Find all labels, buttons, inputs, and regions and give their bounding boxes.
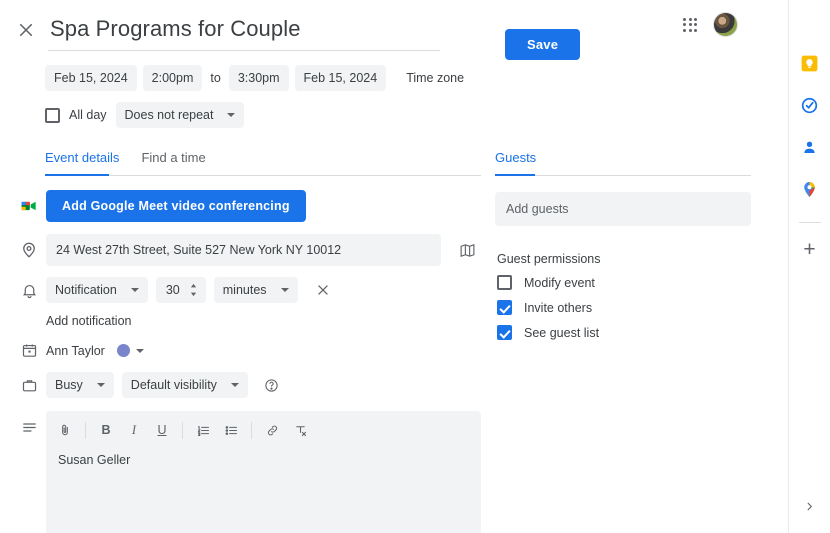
tab-event-details[interactable]: Event details: [45, 150, 119, 176]
description-text[interactable]: Susan Geller: [46, 449, 481, 533]
underline-icon[interactable]: U: [149, 417, 175, 443]
notification-number-stepper[interactable]: 30: [155, 277, 206, 303]
sidebar-divider: [798, 222, 821, 223]
notification-type-dropdown[interactable]: Notification: [46, 277, 148, 303]
stepper-arrows-icon: [190, 283, 196, 297]
guest-permission-modify-event[interactable]: Modify event: [495, 275, 751, 290]
busy-value: Busy: [55, 378, 83, 392]
end-date-chip[interactable]: Feb 15, 2024: [294, 65, 387, 91]
toolbar-divider: [85, 421, 86, 439]
guests-column: Guest permissions Modify event Invite ot…: [495, 176, 751, 533]
side-apps-panel: +: [788, 0, 830, 533]
chevron-down-icon: [96, 383, 105, 387]
all-day-label: All day: [69, 108, 107, 122]
event-title-input[interactable]: [48, 14, 440, 51]
google-keep-icon[interactable]: [799, 52, 821, 74]
briefcase-icon: [12, 377, 46, 394]
right-tabs: Guests: [495, 150, 751, 176]
modify-event-checkbox[interactable]: [497, 275, 512, 290]
google-meet-icon: [12, 196, 46, 216]
meet-row: Add Google Meet video conferencing: [0, 176, 481, 222]
add-app-button[interactable]: +: [803, 239, 815, 260]
google-tasks-icon[interactable]: [799, 94, 821, 116]
main-panel: Save Feb 15, 2024 2:00pm to 3:30pm Feb 1…: [0, 0, 788, 533]
repeat-dropdown[interactable]: Does not repeat: [115, 102, 245, 128]
notification-unit-dropdown[interactable]: minutes: [213, 277, 298, 303]
toolbar-divider: [182, 421, 183, 439]
remove-notification-button[interactable]: [310, 277, 336, 303]
bell-icon: [12, 282, 46, 299]
chevron-down-icon: [227, 113, 236, 117]
toolbar-divider: [251, 421, 252, 439]
clear-formatting-icon[interactable]: [287, 417, 313, 443]
numbered-list-icon[interactable]: [190, 417, 216, 443]
tab-guests[interactable]: Guests: [495, 150, 536, 176]
description-row: B I U Susan Geller: [0, 398, 481, 533]
chevron-down-icon: [230, 383, 239, 387]
location-row: [0, 222, 481, 266]
description-lines-icon: [12, 411, 46, 436]
google-maps-icon[interactable]: [799, 178, 821, 200]
title-container: Save: [48, 14, 788, 60]
save-button[interactable]: Save: [505, 29, 581, 60]
description-editor: B I U Susan Geller: [46, 411, 481, 533]
close-icon[interactable]: [12, 16, 40, 44]
notification-unit-value: minutes: [222, 283, 267, 297]
invite-others-checkbox[interactable]: [497, 300, 512, 315]
event-color-dot[interactable]: [116, 344, 130, 357]
add-notification-button[interactable]: Add notification: [0, 303, 131, 328]
bulleted-list-icon[interactable]: [218, 417, 244, 443]
event-editor-window: Save Feb 15, 2024 2:00pm to 3:30pm Feb 1…: [0, 0, 830, 533]
visibility-dropdown[interactable]: Default visibility: [121, 372, 248, 398]
notification-row: Notification 30 minutes: [0, 266, 481, 303]
chevron-down-icon: [130, 288, 139, 292]
chevron-right-icon[interactable]: [804, 501, 815, 515]
link-icon[interactable]: [259, 417, 285, 443]
busy-dropdown[interactable]: Busy: [46, 372, 114, 398]
notification-type-value: Notification: [55, 283, 117, 297]
location-pin-icon: [12, 241, 46, 259]
see-guest-list-label: See guest list: [524, 325, 600, 340]
help-circle-icon[interactable]: [260, 373, 284, 397]
notification-number-value: 30: [165, 283, 180, 297]
map-icon[interactable]: [453, 242, 481, 259]
repeat-value: Does not repeat: [124, 108, 214, 122]
end-time-chip[interactable]: 3:30pm: [228, 65, 289, 91]
start-time-chip[interactable]: 2:00pm: [142, 65, 203, 91]
modify-event-label: Modify event: [524, 275, 595, 290]
tabs-row: Event details Find a time Guests: [0, 128, 788, 176]
italic-icon[interactable]: I: [121, 417, 147, 443]
availability-row: Busy Default visibility: [0, 359, 481, 398]
calendar-owner-row: Ann Taylor: [0, 330, 481, 359]
to-label: to: [210, 71, 221, 85]
see-guest-list-checkbox[interactable]: [497, 325, 512, 340]
all-day-checkbox[interactable]: [45, 107, 60, 123]
tab-find-a-time[interactable]: Find a time: [141, 150, 205, 176]
editor-header: Save: [0, 0, 788, 60]
attachment-icon[interactable]: [52, 417, 78, 443]
bold-icon[interactable]: B: [93, 417, 119, 443]
guest-permission-see-guest-list[interactable]: See guest list: [495, 325, 751, 340]
guest-permissions-title: Guest permissions: [497, 252, 601, 266]
invite-others-label: Invite others: [524, 300, 593, 315]
timezone-button[interactable]: Time zone: [398, 65, 472, 91]
allday-row: All day Does not repeat: [0, 91, 788, 128]
event-details-column: Add Google Meet video conferencing 24 We…: [0, 176, 481, 533]
chevron-down-icon: [280, 288, 289, 292]
description-toolbar: B I U: [46, 411, 481, 449]
add-guests-input[interactable]: [495, 192, 751, 226]
guest-permission-invite-others[interactable]: Invite others: [495, 300, 751, 315]
location-input[interactable]: [46, 234, 441, 266]
start-date-chip[interactable]: Feb 15, 2024: [45, 65, 137, 91]
visibility-value: Default visibility: [130, 378, 217, 392]
calendar-owner-name: Ann Taylor: [46, 343, 105, 358]
chevron-down-icon[interactable]: [135, 348, 144, 353]
add-google-meet-button[interactable]: Add Google Meet video conferencing: [46, 190, 306, 222]
left-tabs: Event details Find a time: [45, 150, 481, 176]
datetime-row: Feb 15, 2024 2:00pm to 3:30pm Feb 15, 20…: [0, 51, 788, 91]
calendar-icon: [12, 342, 46, 359]
google-contacts-icon[interactable]: [799, 136, 821, 158]
content-columns: Add Google Meet video conferencing 24 We…: [0, 176, 788, 533]
